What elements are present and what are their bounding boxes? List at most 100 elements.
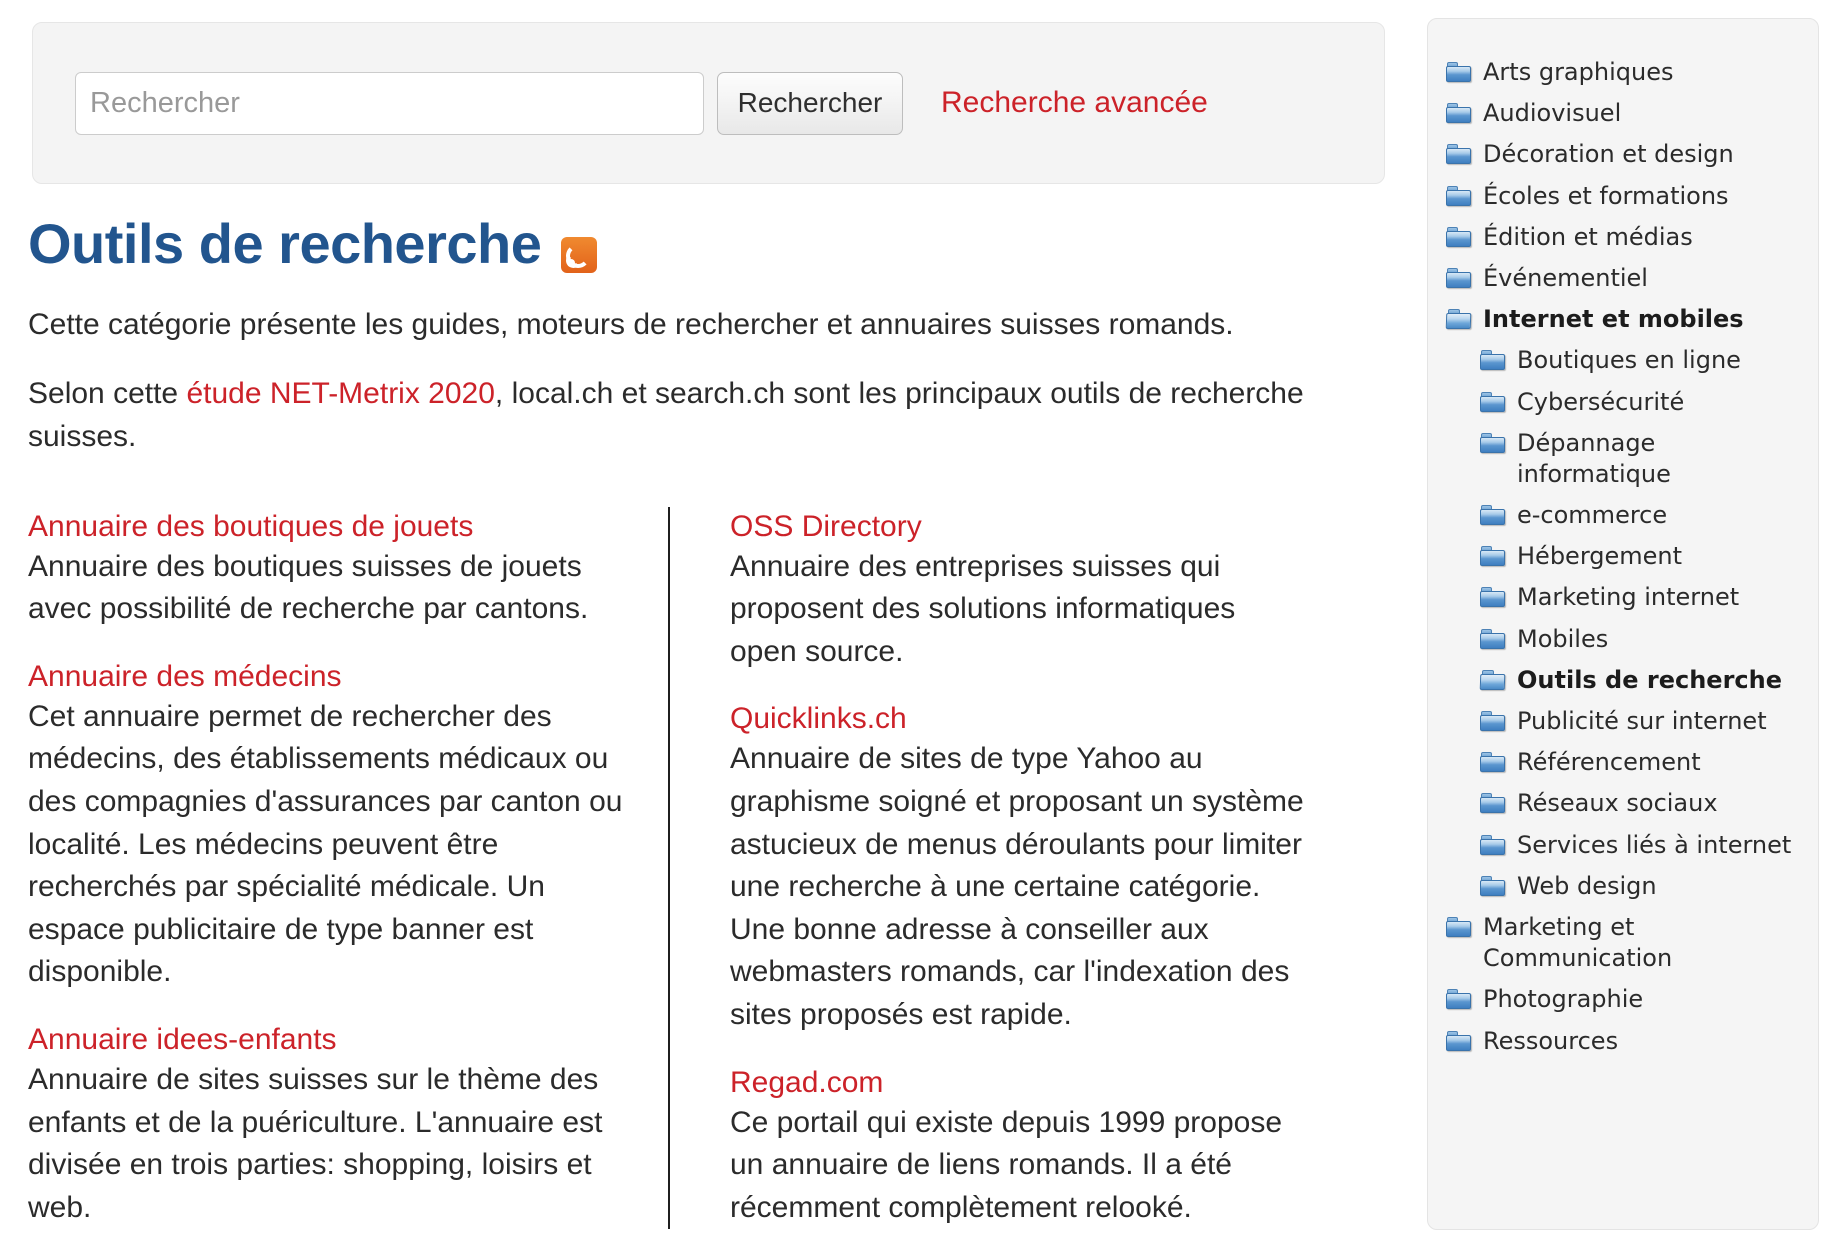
folder-body xyxy=(1446,271,1471,288)
folder-icon xyxy=(1480,350,1506,371)
folder-body xyxy=(1480,879,1505,896)
folder-icon xyxy=(1480,793,1506,814)
sidebar-tree-subnode: Référencement xyxy=(1480,747,1802,778)
sidebar-tree-node: Marketing et Communication xyxy=(1446,912,1802,974)
sidebar-item-referencement[interactable]: Référencement xyxy=(1480,747,1802,778)
sidebar-item-label: Événementiel xyxy=(1483,263,1648,292)
sidebar-item-edition-et-medias[interactable]: Édition et médias xyxy=(1446,222,1802,253)
sidebar-item-decoration-et-design[interactable]: Décoration et design xyxy=(1446,139,1802,170)
listing-entry: Annuaire des boutiques de jouets Annuaire… xyxy=(28,507,628,631)
folder-body xyxy=(1445,313,1472,330)
sidebar-tree-node: Écoles et formations xyxy=(1446,181,1802,212)
listing-entry: Quicklinks.ch Annuaire de sites de type Y… xyxy=(730,699,1308,1036)
sidebar-item-marketing-internet[interactable]: Marketing internet xyxy=(1480,582,1802,613)
sidebar-item-ressources[interactable]: Ressources xyxy=(1446,1026,1802,1057)
page-title: Outils de recherche xyxy=(28,212,542,275)
sidebar-tree-subnode: Dépannage informatique xyxy=(1480,428,1802,490)
sidebar-item-label: Cybersécurité xyxy=(1517,387,1685,416)
folder-icon xyxy=(1446,144,1472,165)
folder-body xyxy=(1480,632,1505,649)
sidebar-item-label: Photographie xyxy=(1483,985,1644,1014)
listing-entry-title-link[interactable]: Quicklinks.ch xyxy=(730,699,1308,738)
sidebar-item-ecoles-et-formations[interactable]: Écoles et formations xyxy=(1446,181,1802,212)
search-input[interactable] xyxy=(75,71,704,135)
listing-entry: OSS Directory Annuaire des entreprises su… xyxy=(730,507,1308,674)
listing-entry-title-link[interactable]: Regad.com xyxy=(730,1063,1308,1102)
sidebar-item-label: Boutiques en ligne xyxy=(1517,346,1741,375)
folder-body xyxy=(1446,107,1471,124)
folder-body xyxy=(1480,591,1505,608)
sidebar-item-arts-graphiques[interactable]: Arts graphiques xyxy=(1446,57,1802,88)
folder-icon xyxy=(1480,587,1506,608)
sidebar-item-services-lies-a-internet[interactable]: Services liés à internet xyxy=(1480,830,1802,861)
folder-icon xyxy=(1446,916,1472,938)
folder-icon xyxy=(1480,711,1506,732)
sidebar-item-label: Audiovisuel xyxy=(1483,99,1622,128)
category-tree: Arts graphiques Audiovisuel Décoration et … xyxy=(1445,57,1802,1057)
search-submit-button[interactable]: Rechercher xyxy=(717,71,903,135)
sidebar-tree-subnode: Réseaux sociaux xyxy=(1480,788,1802,819)
sidebar-item-marketing-et-communication[interactable]: Marketing et Communication xyxy=(1446,912,1802,974)
sidebar-item-e-commerce[interactable]: e-commerce xyxy=(1480,500,1802,531)
listing-entry-title-link[interactable]: OSS Directory xyxy=(730,507,1308,546)
sidebar-tree-node: Photographie xyxy=(1446,984,1802,1015)
folder-open-icon xyxy=(1445,309,1472,330)
folder-body xyxy=(1446,189,1471,206)
listing-entry-title-link[interactable]: Annuaire des boutiques de jouets xyxy=(28,507,628,546)
sidebar-item-evenementiel[interactable]: Événementiel xyxy=(1446,263,1802,294)
sidebar-item-cybersecurite[interactable]: Cybersécurité xyxy=(1480,387,1802,418)
folder-body xyxy=(1446,230,1471,247)
sidebar-item-label: Ressources xyxy=(1483,1026,1619,1055)
sidebar-item-label: Mobiles xyxy=(1517,624,1609,653)
folder-body xyxy=(1480,395,1505,412)
sidebar-tree-node: Ressources xyxy=(1446,1026,1802,1057)
sidebar-item-publicite-sur-internet[interactable]: Publicité sur internet xyxy=(1480,706,1802,737)
sidebar-item-photographie[interactable]: Photographie xyxy=(1446,984,1802,1015)
folder-icon xyxy=(1480,834,1506,856)
net-metrix-study-link[interactable]: étude NET-Metrix 2020 xyxy=(186,377,494,410)
sidebar-tree-node: Décoration et design xyxy=(1446,139,1802,170)
sidebar-item-label: Marketing et Communication xyxy=(1483,912,1673,973)
page-root: Rechercher Recherche avancée Outils de r… xyxy=(0,0,1836,1242)
category-sidebar: Arts graphiques Audiovisuel Décoration et … xyxy=(1427,18,1819,1230)
sidebar-tree-node: Événementiel xyxy=(1446,263,1802,294)
folder-icon xyxy=(1446,226,1472,248)
sidebar-tree-subnode: Services liés à internet xyxy=(1480,830,1802,861)
sidebar-item-label: Édition et médias xyxy=(1483,222,1693,251)
sidebar-item-label: Web design xyxy=(1517,871,1657,900)
sidebar-item-internet-et-mobiles[interactable]: Internet et mobiles xyxy=(1445,304,1802,335)
folder-body xyxy=(1479,673,1506,690)
intro-paragraph-2: Selon cette étude NET-Metrix 2020, local… xyxy=(28,373,1388,458)
sidebar-item-hebergement[interactable]: Hébergement xyxy=(1480,541,1802,572)
sidebar-item-mobiles[interactable]: Mobiles xyxy=(1480,624,1802,655)
folder-body xyxy=(1446,148,1471,165)
listing-entry-title-link[interactable]: Annuaire des médecins xyxy=(28,657,628,696)
folder-body xyxy=(1446,1034,1471,1051)
folder-body xyxy=(1480,797,1505,814)
sidebar-item-label: e-commerce xyxy=(1517,501,1668,530)
folder-icon xyxy=(1480,546,1506,567)
folder-icon xyxy=(1446,185,1472,207)
sidebar-item-web-design[interactable]: Web design xyxy=(1480,871,1802,902)
listing-column-right: OSS Directory Annuaire des entreprises su… xyxy=(668,506,1308,1230)
listing-entry: Annuaire des médecins Cet annuaire permet… xyxy=(28,657,628,994)
sidebar-item-label: Outils de recherche xyxy=(1517,665,1782,694)
listing-entry-title-link[interactable]: Annuaire idees-enfants xyxy=(28,1020,628,1059)
sidebar-subtree: Boutiques en ligne Cybersécurité Dépannage… xyxy=(1479,345,1802,902)
folder-body xyxy=(1480,756,1505,773)
listing-columns: Annuaire des boutiques de jouets Annuaire… xyxy=(28,506,1388,1230)
sidebar-item-outils-de-recherche[interactable]: Outils de recherche xyxy=(1479,665,1802,696)
sidebar-item-label: Réseaux sociaux xyxy=(1517,789,1718,818)
listing-entry-description: Annuaire des boutiques suisses de jouets… xyxy=(28,549,589,626)
listing-entry-description: Annuaire de sites suisses sur le thème d… xyxy=(28,1062,603,1224)
folder-icon xyxy=(1446,62,1472,83)
sidebar-item-audiovisuel[interactable]: Audiovisuel xyxy=(1446,98,1802,129)
rss-feed-icon[interactable] xyxy=(561,237,598,274)
folder-body xyxy=(1480,436,1505,453)
sidebar-item-depannage-informatique[interactable]: Dépannage informatique xyxy=(1480,428,1802,490)
sidebar-item-reseaux-sociaux[interactable]: Réseaux sociaux xyxy=(1480,788,1802,819)
folder-body xyxy=(1480,354,1505,371)
advanced-search-link[interactable]: Recherche avancée xyxy=(941,86,1208,120)
sidebar-item-boutiques-en-ligne[interactable]: Boutiques en ligne xyxy=(1480,345,1802,376)
folder-body xyxy=(1480,550,1505,567)
